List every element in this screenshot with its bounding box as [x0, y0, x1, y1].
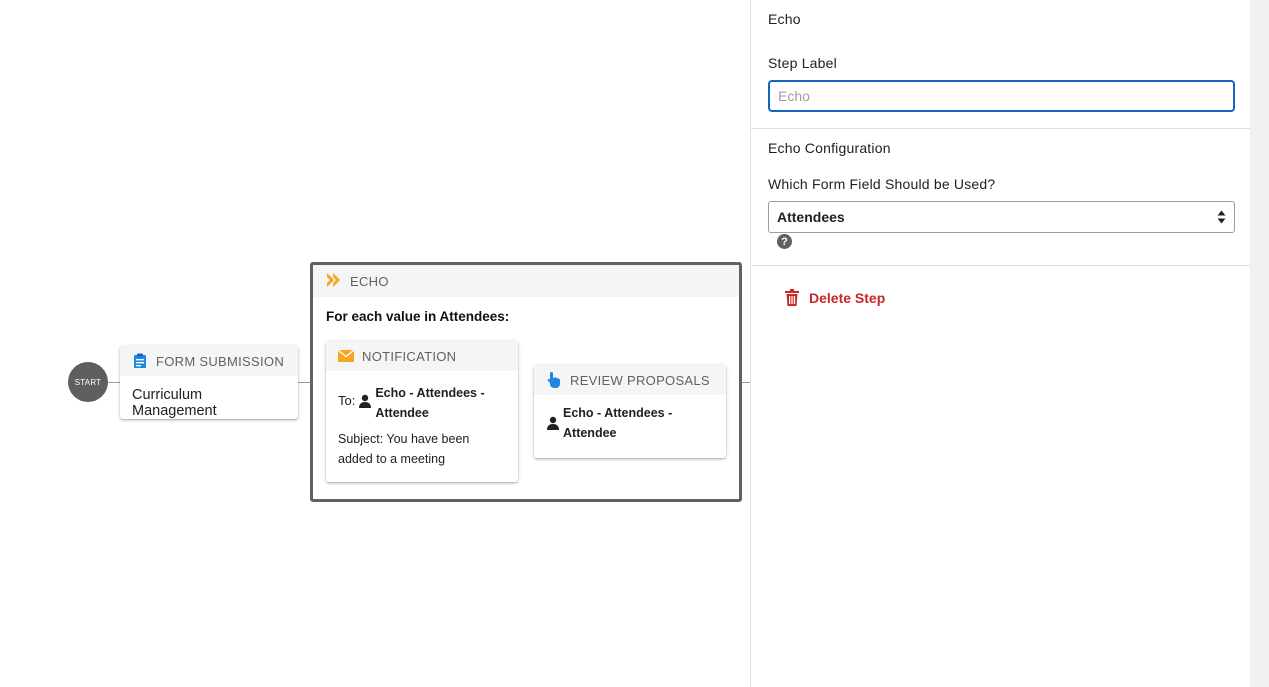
envelope-icon: [338, 348, 354, 364]
review-assignee: Echo - Attendees - Attendee: [563, 406, 673, 440]
which-field-label: Which Form Field Should be Used?: [768, 176, 996, 192]
person-icon: [546, 416, 560, 430]
help-icon[interactable]: ?: [777, 234, 792, 249]
step-label-heading: Step Label: [768, 55, 837, 71]
delete-step-button[interactable]: Delete Step: [785, 289, 885, 306]
form-field-selected-value: Attendees: [777, 209, 845, 225]
panel-title: Echo: [768, 11, 801, 27]
notification-body: To: Echo - Attendees - Attendee Subject:…: [326, 371, 518, 479]
form-submission-title: FORM SUBMISSION: [156, 353, 285, 369]
select-arrows-icon: [1217, 210, 1226, 224]
trash-icon: [785, 289, 799, 306]
connector-echo-out: [742, 382, 750, 383]
step-label-input[interactable]: [768, 80, 1235, 112]
review-proposals-card[interactable]: REVIEW PROPOSALS Echo - Attendees - Atte…: [534, 365, 726, 458]
form-submission-card[interactable]: FORM SUBMISSION Curriculum Management: [120, 346, 298, 419]
form-submission-body: Curriculum Management: [132, 387, 217, 419]
double-chevron-icon: [326, 273, 342, 289]
clipboard-icon: [132, 353, 148, 369]
review-proposals-header: REVIEW PROPOSALS: [534, 365, 726, 395]
start-node[interactable]: START: [68, 362, 108, 402]
notification-title: NOTIFICATION: [362, 348, 457, 364]
step-settings-panel: Echo Step Label Echo Configuration Which…: [750, 0, 1251, 687]
connector-form-to-echo: [298, 382, 310, 383]
section-divider: [751, 265, 1251, 266]
workflow-canvas[interactable]: START FORM SUBMISSION Curriculum Managem…: [0, 0, 750, 687]
notification-card[interactable]: NOTIFICATION To: Echo - Attendees - Atte…: [326, 341, 518, 482]
notification-subject: Subject: You have been added to a meetin…: [338, 432, 470, 466]
echo-header: ECHO: [313, 265, 739, 297]
connector-start-to-form: [108, 382, 120, 383]
echo-title-label: ECHO: [350, 273, 389, 289]
review-proposals-body: Echo - Attendees - Attendee: [534, 395, 726, 453]
delete-step-label: Delete Step: [809, 289, 886, 306]
form-submission-header: FORM SUBMISSION: [120, 346, 298, 376]
person-icon: [358, 394, 372, 408]
form-field-select[interactable]: Attendees: [768, 201, 1235, 233]
scrollbar-track[interactable]: [1250, 0, 1269, 687]
to-label: To:: [338, 393, 356, 408]
notification-to-row: To: Echo - Attendees - Attendee: [338, 383, 506, 423]
notification-recipient: Echo - Attendees - Attendee: [375, 386, 485, 420]
hand-pointer-icon: [546, 372, 562, 388]
echo-configuration-heading: Echo Configuration: [768, 140, 891, 156]
notification-header: NOTIFICATION: [326, 341, 518, 371]
echo-loop-text: For each value in Attendees:: [326, 309, 510, 324]
section-divider: [751, 128, 1251, 129]
review-proposals-title: REVIEW PROPOSALS: [570, 372, 710, 388]
